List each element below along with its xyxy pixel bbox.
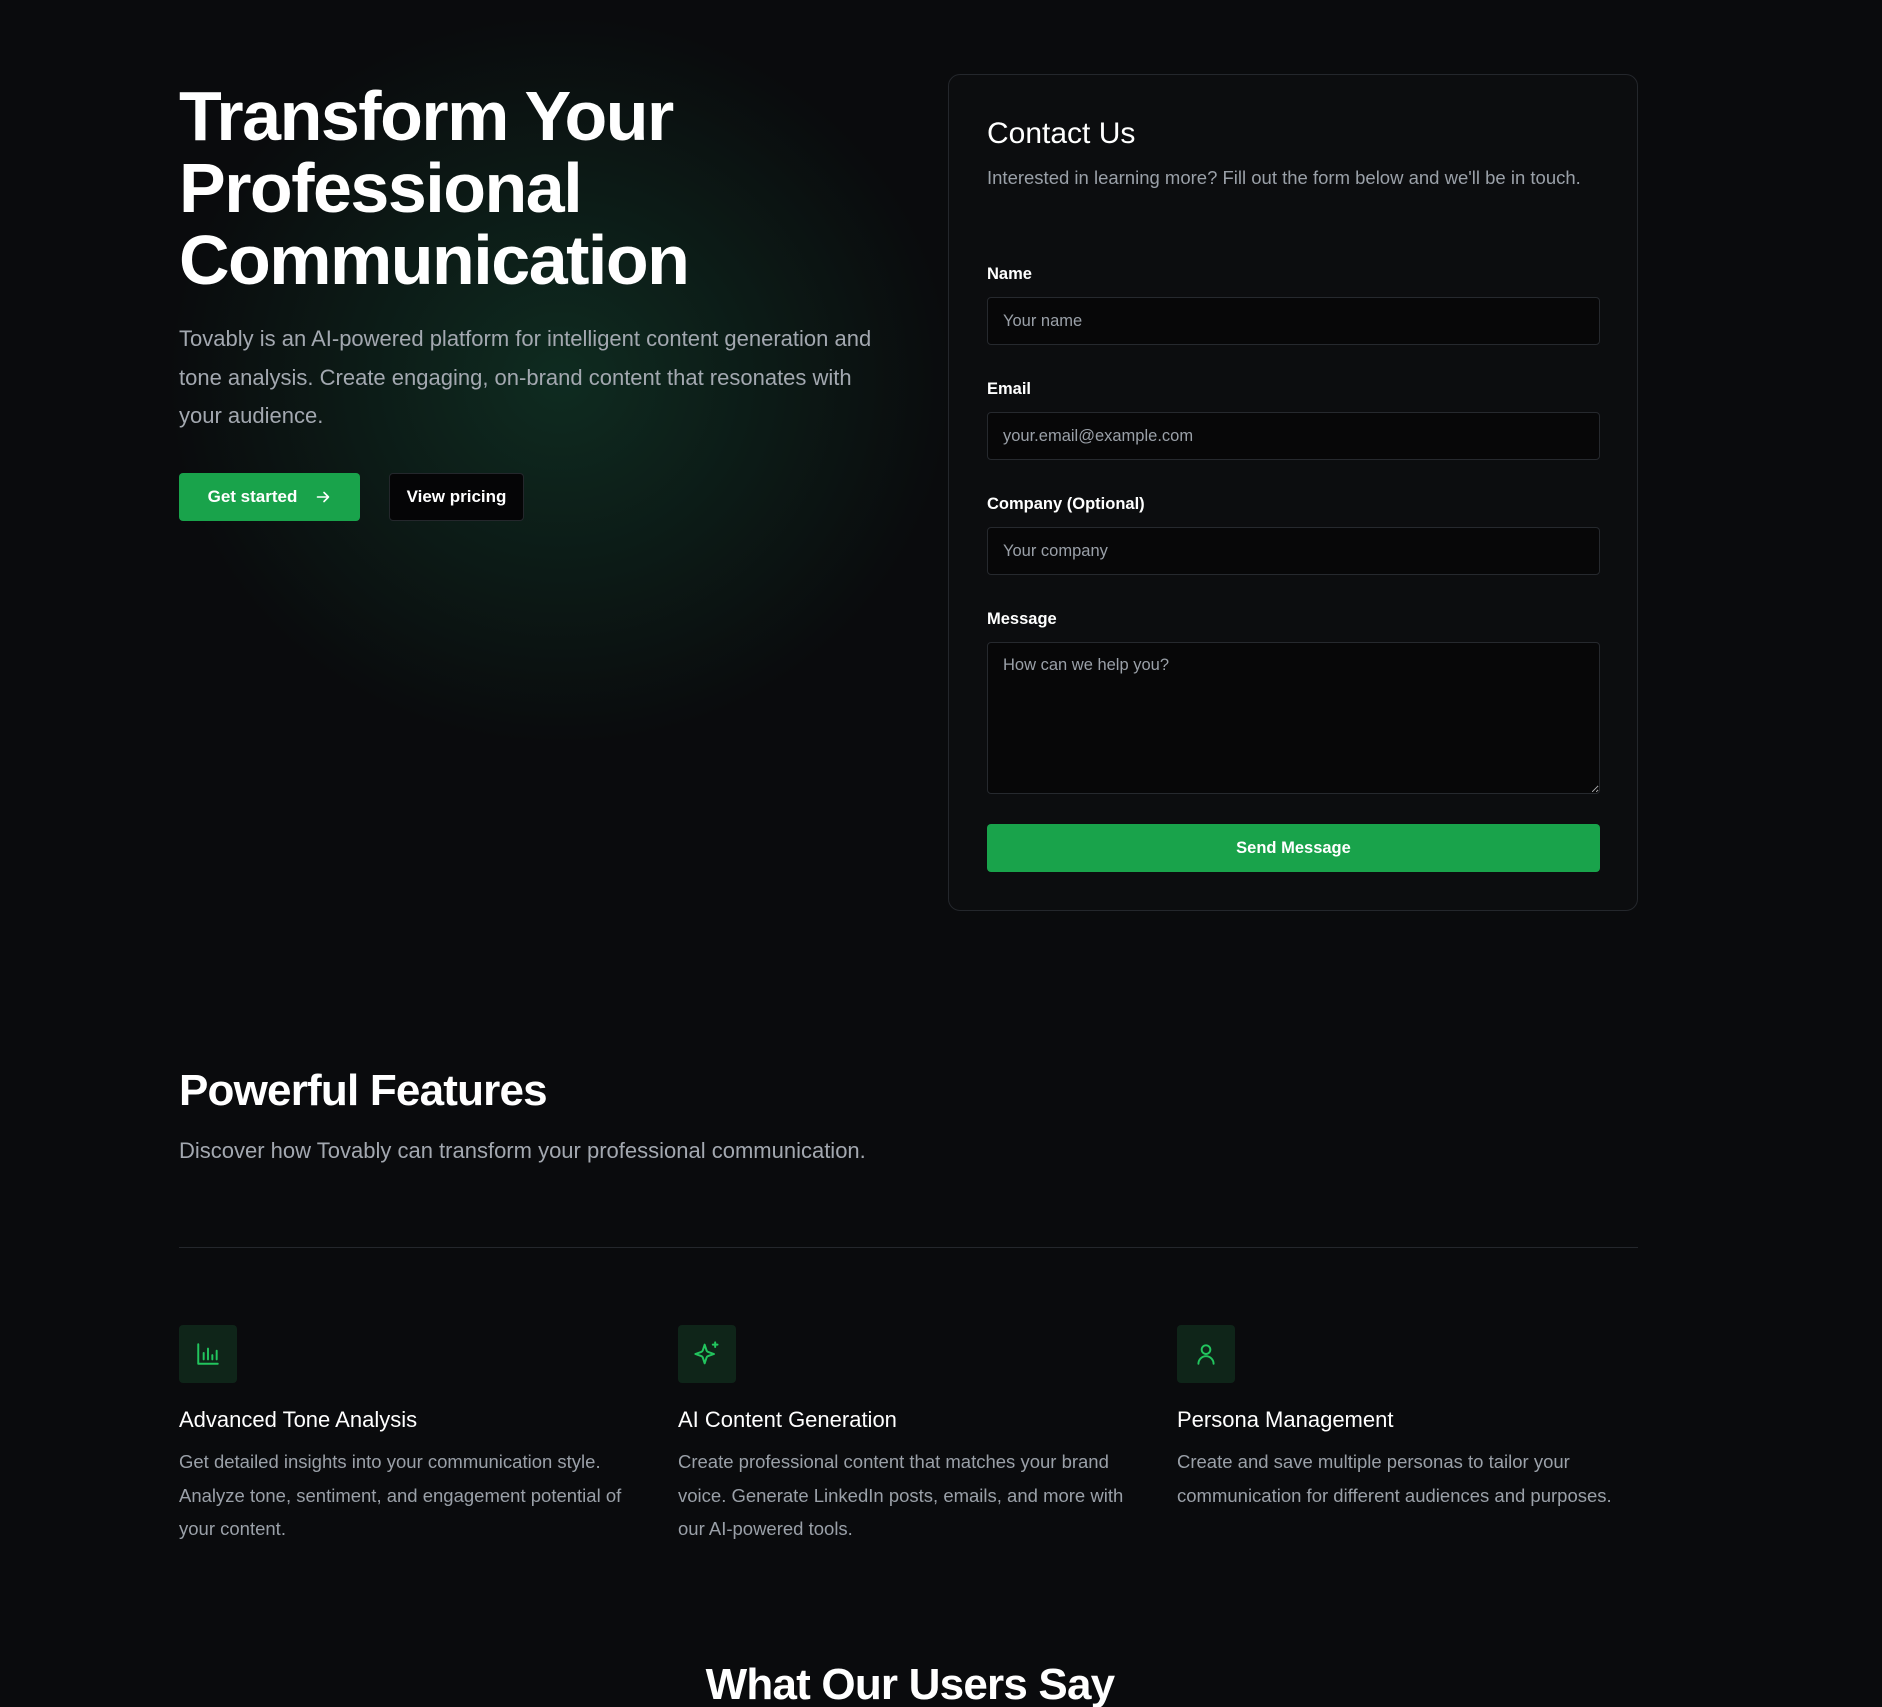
feature-description: Create professional content that matches… <box>678 1451 1124 1539</box>
feature-title: Persona Management <box>1177 1407 1394 1432</box>
hero-title-line: Transform Your <box>179 77 674 155</box>
message-textarea[interactable] <box>987 642 1600 794</box>
company-label: Company (Optional) <box>987 495 1145 513</box>
arrow-right-icon <box>315 489 331 505</box>
bar-chart-icon <box>179 1325 237 1383</box>
feature-description: Get detailed insights into your communic… <box>179 1451 622 1539</box>
feature-title: AI Content Generation <box>678 1407 897 1432</box>
sparkles-icon <box>678 1325 736 1383</box>
view-pricing-label: View pricing <box>406 487 507 506</box>
name-input[interactable] <box>987 297 1600 345</box>
send-message-label: Send Message <box>1236 838 1351 857</box>
landing-page: Transform Your Professional Communicatio… <box>0 0 1882 1707</box>
get-started-label: Get started <box>207 487 298 506</box>
features-subtitle: Discover how Tovably can transform your … <box>179 1138 866 1163</box>
company-input[interactable] <box>987 527 1600 575</box>
feature-title: Advanced Tone Analysis <box>179 1407 418 1432</box>
hero-title: Transform Your Professional Communicatio… <box>179 80 899 296</box>
hero-description: Tovably is an AI-powered platform for in… <box>179 326 872 428</box>
feature-card: Persona Management Create and save multi… <box>1177 1325 1647 1512</box>
hero-title-line: Professional <box>179 149 583 227</box>
hero-title-line: Communication <box>179 221 690 299</box>
get-started-button[interactable]: Get started <box>179 473 360 521</box>
feature-card: AI Content Generation Create professiona… <box>678 1325 1148 1546</box>
user-icon <box>1177 1325 1235 1383</box>
name-label: Name <box>987 265 1032 283</box>
feature-description: Create and save multiple personas to tai… <box>1177 1451 1612 1506</box>
testimonials-title: What Our Users Say <box>705 1660 1115 1707</box>
contact-title: Contact Us <box>987 117 1136 150</box>
contact-form-card: Contact Us Interested in learning more? … <box>948 74 1638 911</box>
email-label: Email <box>987 380 1032 398</box>
message-label: Message <box>987 610 1057 628</box>
view-pricing-button[interactable]: View pricing <box>389 473 524 521</box>
contact-description: Interested in learning more? Fill out th… <box>987 167 1581 188</box>
feature-card: Advanced Tone Analysis Get detailed insi… <box>179 1325 649 1546</box>
send-message-button[interactable]: Send Message <box>987 824 1600 872</box>
email-input[interactable] <box>987 412 1600 460</box>
section-divider <box>179 1247 1638 1248</box>
features-title: Powerful Features <box>179 1066 548 1115</box>
